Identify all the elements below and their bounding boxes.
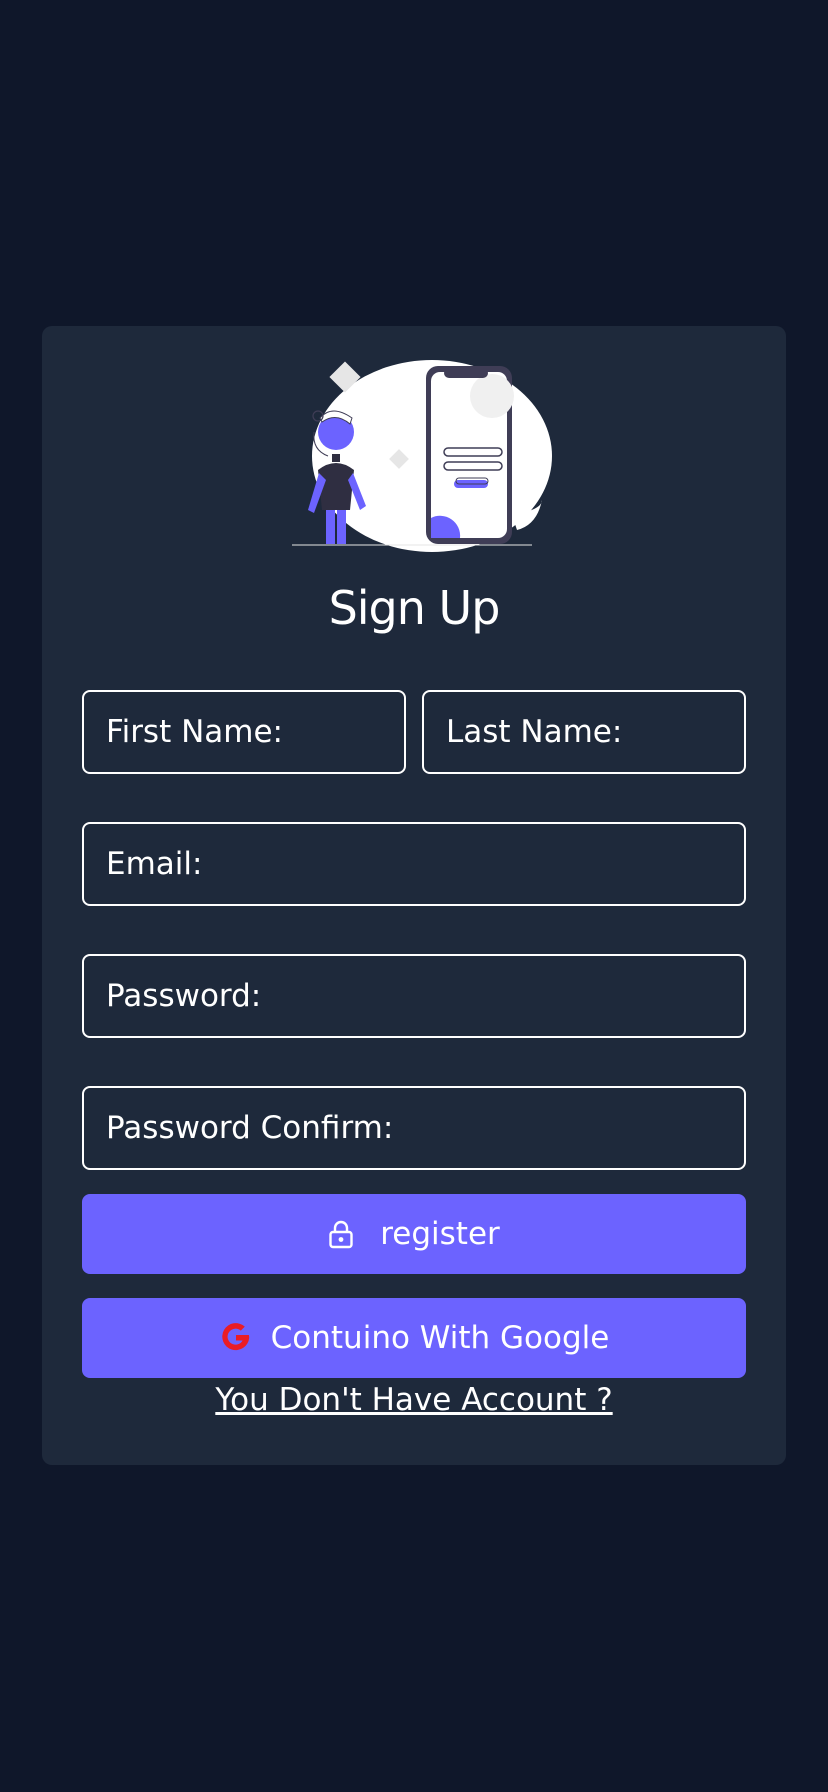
register-button[interactable]: register [82,1194,746,1274]
email-field[interactable] [82,822,746,906]
account-link[interactable]: You Don't Have Account ? [42,1380,786,1420]
email-input[interactable] [84,824,744,904]
password-confirm-input[interactable] [84,1088,744,1168]
google-label: Contuino With Google [270,1320,610,1356]
password-input[interactable] [84,956,744,1036]
first-name-field[interactable] [82,690,406,774]
last-name-field[interactable] [422,690,746,774]
password-field[interactable] [82,954,746,1038]
password-confirm-field[interactable] [82,1086,746,1170]
last-name-input[interactable] [424,692,744,772]
first-name-input[interactable] [84,692,404,772]
signup-card: Sign Up register Contuino With Google [42,326,786,1465]
google-icon [219,1321,253,1355]
page-title: Sign Up [328,581,501,635]
register-label: register [380,1216,500,1252]
sign-up-illustration [292,360,582,552]
lock-icon [328,1219,354,1249]
google-signin-button[interactable]: Contuino With Google [82,1298,746,1378]
